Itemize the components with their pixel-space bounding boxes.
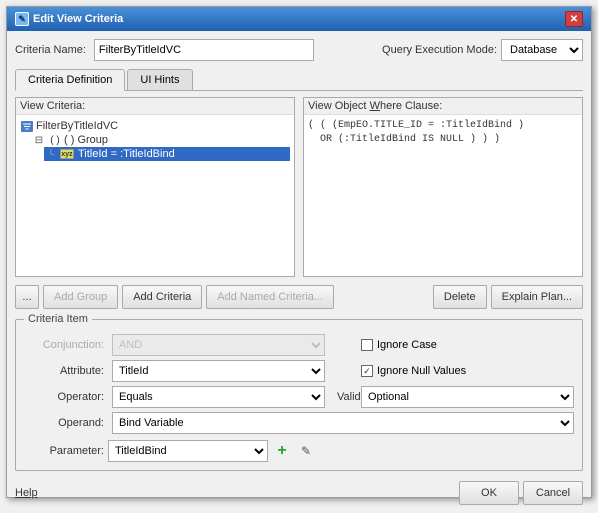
- ignore-case-checkbox[interactable]: [361, 339, 373, 351]
- expand-icon: ⊟: [32, 134, 46, 146]
- window-content: Criteria Name: Query Execution Mode: Dat…: [7, 31, 591, 513]
- add-named-criteria-button[interactable]: Add Named Criteria...: [206, 285, 334, 309]
- criteria-name-label: Criteria Name:: [15, 44, 86, 56]
- validation-select[interactable]: Optional Required Always: [361, 386, 574, 408]
- criteria-item-title: Criteria Item: [24, 313, 92, 325]
- tree-item-criteria[interactable]: └ xyz TitleId = :TitleIdBind: [44, 147, 290, 161]
- add-criteria-button[interactable]: Add Criteria: [122, 285, 202, 309]
- help-button[interactable]: Help: [15, 487, 38, 499]
- operator-label: Operator:: [24, 391, 104, 403]
- parameter-select[interactable]: TitleIdBind: [108, 440, 268, 462]
- parameter-row: Parameter: TitleIdBind + ✎: [24, 440, 574, 462]
- criteria-item-section: Criteria Item Conjunction: AND Ignore Ca…: [15, 319, 583, 471]
- ignore-null-row: Ignore Null Values: [361, 365, 574, 377]
- ignore-null-label: Ignore Null Values: [377, 365, 466, 377]
- query-mode-select[interactable]: Database In Memory Both: [501, 39, 583, 61]
- delete-button[interactable]: Delete: [433, 285, 487, 309]
- tree-criteria-label: TitleId = :TitleIdBind: [78, 148, 175, 160]
- tree-group-label: ( ) Group: [64, 134, 108, 146]
- query-mode-label: Query Execution Mode:: [382, 44, 497, 56]
- view-criteria-panel: View Criteria: FilterByTitleIdVC: [15, 97, 295, 277]
- ok-button[interactable]: OK: [459, 481, 519, 505]
- validation-label: Validation:: [337, 391, 353, 403]
- query-mode-row: Query Execution Mode: Database In Memory…: [382, 39, 583, 61]
- view-criteria-label: View Criteria:: [16, 98, 294, 115]
- main-panels: View Criteria: FilterByTitleIdVC: [15, 97, 583, 277]
- line-icon: └: [44, 148, 58, 160]
- top-row: Criteria Name: Query Execution Mode: Dat…: [15, 39, 583, 61]
- operator-select[interactable]: Equals: [112, 386, 325, 408]
- close-button[interactable]: ✕: [565, 11, 583, 27]
- ignore-case-label: Ignore Case: [377, 339, 437, 351]
- tree-item-root[interactable]: FilterByTitleIdVC: [20, 119, 290, 133]
- window-title: Edit View Criteria: [33, 13, 123, 25]
- titlebar-left: ✎ Edit View Criteria: [15, 12, 123, 26]
- criteria-name-input[interactable]: [94, 39, 314, 61]
- tab-ui-hints[interactable]: UI Hints: [127, 69, 192, 90]
- where-clause-label: View Object Where Clause:: [304, 98, 582, 115]
- conjunction-select[interactable]: AND: [112, 334, 325, 356]
- where-clause-panel: View Object Where Clause: ( ( (EmpEO.TIT…: [303, 97, 583, 277]
- add-group-button[interactable]: Add Group: [43, 285, 118, 309]
- tree-root-label: FilterByTitleIdVC: [36, 120, 118, 132]
- criteria-form: Conjunction: AND Ignore Case Attribute: …: [24, 334, 574, 434]
- tree-item-group[interactable]: ⊟ ( ) ( ) Group: [32, 133, 290, 147]
- titlebar: ✎ Edit View Criteria ✕: [7, 7, 591, 31]
- ignore-null-checkbox[interactable]: [361, 365, 373, 377]
- attribute-label: Attribute:: [24, 365, 104, 377]
- bottom-row: Help OK Cancel: [15, 477, 583, 505]
- toolbar-row: ... Add Group Add Criteria Add Named Cri…: [15, 285, 583, 309]
- tabs-row: Criteria Definition UI Hints: [15, 69, 583, 91]
- explain-plan-button[interactable]: Explain Plan...: [491, 285, 583, 309]
- add-parameter-button[interactable]: +: [272, 441, 292, 461]
- criteria-icon: xyz: [60, 149, 74, 159]
- where-clause-content: ( ( (EmpEO.TITLE_ID = :TitleIdBind ) OR …: [304, 115, 582, 276]
- group-icon: ( ): [48, 134, 62, 146]
- parameter-label: Parameter:: [24, 445, 104, 457]
- operand-select[interactable]: Bind Variable Literal Parameter: [112, 412, 574, 434]
- main-window: ✎ Edit View Criteria ✕ Criteria Name: Qu…: [6, 6, 592, 498]
- edit-parameter-button[interactable]: ✎: [296, 441, 316, 461]
- ignore-case-row: Ignore Case: [361, 339, 574, 351]
- tab-criteria-definition[interactable]: Criteria Definition: [15, 69, 125, 91]
- ellipsis-button[interactable]: ...: [15, 285, 39, 309]
- conjunction-label: Conjunction:: [24, 339, 104, 351]
- view-criteria-content: FilterByTitleIdVC ⊟ ( ) ( ) Group └ xyz …: [16, 115, 294, 276]
- operand-label: Operand:: [24, 417, 104, 429]
- attribute-select[interactable]: TitleId: [112, 360, 325, 382]
- cancel-button[interactable]: Cancel: [523, 481, 583, 505]
- window-icon: ✎: [15, 12, 29, 26]
- filter-icon: [20, 120, 34, 132]
